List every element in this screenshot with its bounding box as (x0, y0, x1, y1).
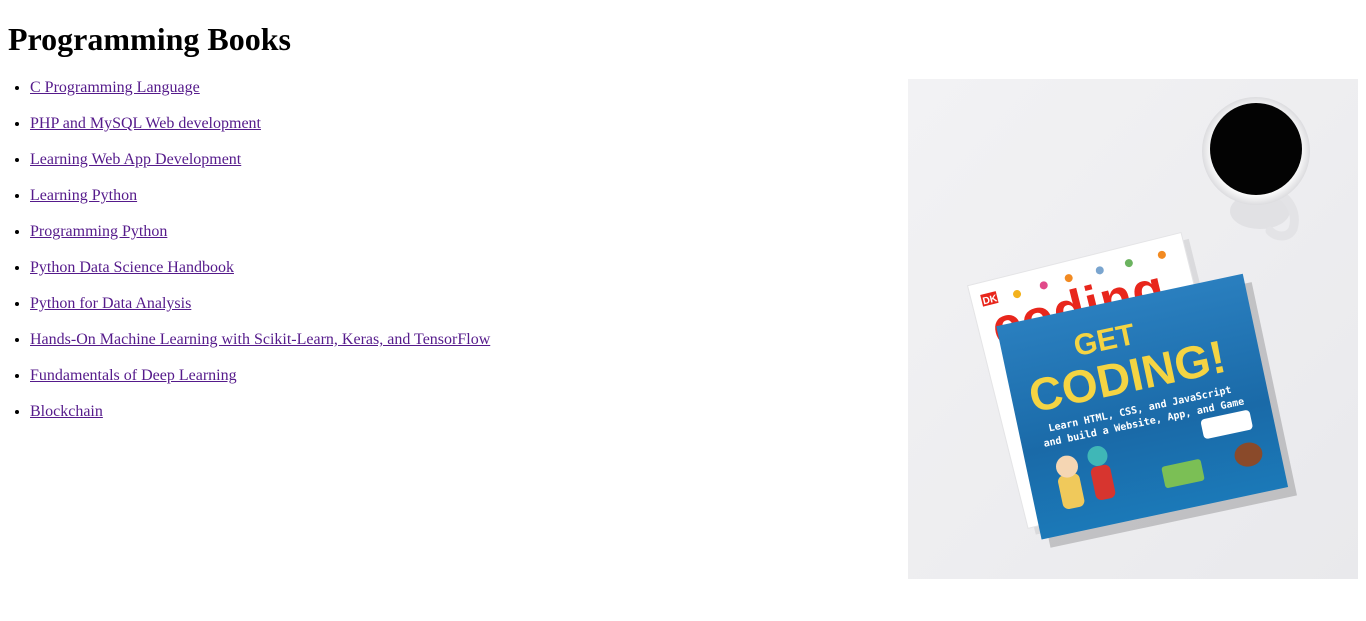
list-item: Python Data Science Handbook (30, 258, 490, 294)
book-list: C Programming Language PHP and MySQL Web… (30, 78, 490, 438)
book-link-python-for-data-analysis[interactable]: Python for Data Analysis (30, 295, 191, 312)
list-item: PHP and MySQL Web development (30, 114, 490, 150)
list-item: Learning Python (30, 186, 490, 222)
list-item: Learning Web App Development (30, 150, 490, 186)
page-title: Programming Books (8, 21, 291, 57)
book-link-blockchain[interactable]: Blockchain (30, 403, 103, 420)
books-and-coffee-image: DK coding P IN GET CODING! Learn HTML, C… (908, 79, 1358, 579)
list-item: Blockchain (30, 402, 490, 438)
list-item: Fundamentals of Deep Learning (30, 366, 490, 402)
list-item: Python for Data Analysis (30, 294, 490, 330)
book-link-php-mysql-web-development[interactable]: PHP and MySQL Web development (30, 115, 261, 132)
book-link-c-programming-language[interactable]: C Programming Language (30, 79, 200, 96)
book-link-hands-on-machine-learning[interactable]: Hands-On Machine Learning with Scikit-Le… (30, 331, 490, 348)
book-link-programming-python[interactable]: Programming Python (30, 223, 167, 240)
book-link-learning-web-app-development[interactable]: Learning Web App Development (30, 151, 241, 168)
book-link-python-data-science-handbook[interactable]: Python Data Science Handbook (30, 259, 234, 276)
book-link-fundamentals-of-deep-learning[interactable]: Fundamentals of Deep Learning (30, 367, 237, 384)
list-item: C Programming Language (30, 78, 490, 114)
book-link-learning-python[interactable]: Learning Python (30, 187, 137, 204)
list-item: Hands-On Machine Learning with Scikit-Le… (30, 330, 490, 366)
list-item: Programming Python (30, 222, 490, 258)
